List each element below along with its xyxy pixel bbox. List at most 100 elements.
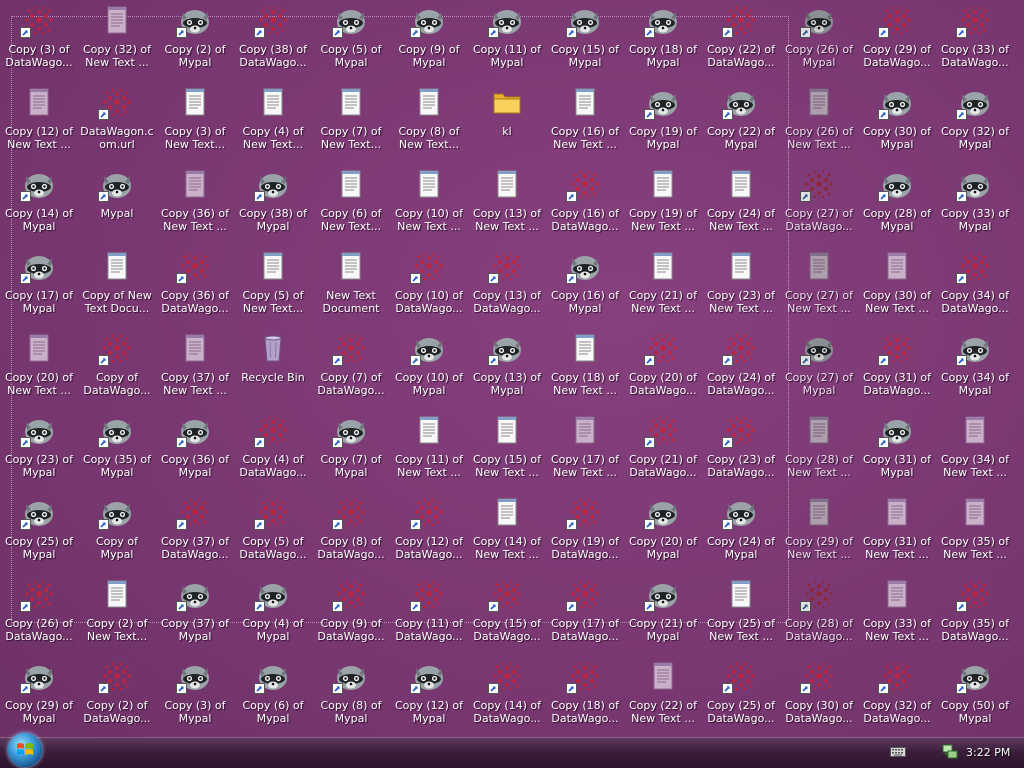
desktop-icon[interactable]: Copy (28) of Mypal <box>859 166 935 246</box>
keyboard-icon[interactable] <box>890 746 906 758</box>
desktop-icon[interactable]: Copy (7) of New Text... <box>313 84 389 164</box>
desktop-icon[interactable]: Copy (34) of DataWago... <box>937 248 1013 328</box>
desktop-icon[interactable]: Copy (26) of Mypal <box>781 2 857 82</box>
start-button[interactable] <box>8 733 42 767</box>
desktop-icon[interactable]: Copy (6) of Mypal <box>235 658 311 738</box>
desktop-icon[interactable]: Copy (30) of New Text ... <box>859 248 935 328</box>
desktop-icon[interactable]: Copy (23) of Mypal <box>1 412 77 492</box>
desktop-icon[interactable]: Copy (22) of DataWago... <box>703 2 779 82</box>
desktop-icon[interactable]: Copy (34) of New Text ... <box>937 412 1013 492</box>
desktop-icon[interactable]: Copy (30) of Mypal <box>859 84 935 164</box>
desktop-icon[interactable]: Copy (25) of Mypal <box>1 494 77 574</box>
desktop-icon[interactable]: Copy (37) of Mypal <box>157 576 233 656</box>
desktop-icon[interactable]: Copy (5) of DataWago... <box>235 494 311 574</box>
desktop-icon[interactable]: Copy (20) of DataWago... <box>625 330 701 410</box>
desktop-icon[interactable]: Copy (22) of New Text ... <box>625 658 701 738</box>
desktop-icon[interactable]: Copy (13) of New Text ... <box>469 166 545 246</box>
desktop-icon[interactable]: Copy (12) of New Text ... <box>1 84 77 164</box>
desktop-icon[interactable]: Copy (24) of New Text ... <box>703 166 779 246</box>
desktop-icon[interactable]: Copy (22) of Mypal <box>703 84 779 164</box>
desktop-icon[interactable]: Copy (15) of Mypal <box>547 2 623 82</box>
desktop-icon[interactable]: Copy (33) of Mypal <box>937 166 1013 246</box>
desktop-icon[interactable]: Copy (20) of New Text ... <box>1 330 77 410</box>
desktop-icon[interactable]: Copy (27) of DataWago... <box>781 166 857 246</box>
desktop-icon[interactable]: Copy (29) of Mypal <box>1 658 77 738</box>
desktop-icon[interactable]: Copy (26) of DataWago... <box>1 576 77 656</box>
desktop-icon[interactable]: Copy (36) of Mypal <box>157 412 233 492</box>
desktop-icon[interactable]: Copy (28) of DataWago... <box>781 576 857 656</box>
desktop-icon[interactable]: Copy (37) of DataWago... <box>157 494 233 574</box>
desktop-icon[interactable]: Copy (11) of Mypal <box>469 2 545 82</box>
desktop-icon[interactable]: Copy (3) of New Text... <box>157 84 233 164</box>
desktop-icon[interactable]: Copy (29) of DataWago... <box>859 2 935 82</box>
desktop-icon[interactable]: Copy (25) of DataWago... <box>703 658 779 738</box>
desktop-icon[interactable]: Copy (29) of New Text ... <box>781 494 857 574</box>
clock[interactable]: 3:22 PM <box>966 746 1010 759</box>
desktop-icon[interactable]: Copy (4) of Mypal <box>235 576 311 656</box>
desktop-icon[interactable]: Copy (16) of New Text ... <box>547 84 623 164</box>
desktop-icon[interactable]: Copy (19) of Mypal <box>625 84 701 164</box>
desktop-icon[interactable]: Copy (38) of Mypal <box>235 166 311 246</box>
desktop-icon[interactable]: Copy (15) of New Text ... <box>469 412 545 492</box>
desktop-icon[interactable]: Mypal <box>79 166 155 246</box>
desktop-icon[interactable]: Copy (19) of DataWago... <box>547 494 623 574</box>
desktop-icon[interactable]: Copy (28) of New Text ... <box>781 412 857 492</box>
desktop-icon[interactable]: Copy (30) of DataWago... <box>781 658 857 738</box>
desktop-icon[interactable]: Copy (13) of DataWago... <box>469 248 545 328</box>
desktop-icon[interactable]: Copy (9) of DataWago... <box>313 576 389 656</box>
desktop-icon[interactable]: Copy (5) of New Text... <box>235 248 311 328</box>
desktop-icon[interactable]: Copy (14) of DataWago... <box>469 658 545 738</box>
desktop-icon[interactable]: Copy (24) of DataWago... <box>703 330 779 410</box>
desktop-icon[interactable]: Copy (31) of New Text ... <box>859 494 935 574</box>
desktop-icon[interactable]: Copy (7) of DataWago... <box>313 330 389 410</box>
desktop-icon[interactable]: Copy (4) of New Text... <box>235 84 311 164</box>
desktop-icon[interactable]: Copy (4) of DataWago... <box>235 412 311 492</box>
desktop-icon[interactable]: Copy (8) of New Text... <box>391 84 467 164</box>
desktop-icon[interactable]: Copy (14) of New Text ... <box>469 494 545 574</box>
desktop-icon[interactable]: Copy (17) of DataWago... <box>547 576 623 656</box>
desktop-icon[interactable]: Copy of Mypal <box>79 494 155 574</box>
desktop-icon[interactable]: Copy (18) of Mypal <box>625 2 701 82</box>
desktop-icon[interactable]: Copy (18) of New Text ... <box>547 330 623 410</box>
desktop-icon[interactable]: Copy (10) of Mypal <box>391 330 467 410</box>
desktop-icon[interactable]: Copy (17) of Mypal <box>1 248 77 328</box>
desktop-icon[interactable]: Copy (31) of Mypal <box>859 412 935 492</box>
desktop-icon[interactable]: Copy (23) of New Text ... <box>703 248 779 328</box>
desktop-icon[interactable]: Copy (21) of Mypal <box>625 576 701 656</box>
desktop-icon[interactable]: Copy (32) of Mypal <box>937 84 1013 164</box>
desktop-icon[interactable]: Copy (31) of DataWago... <box>859 330 935 410</box>
desktop-icon[interactable]: Copy (50) of Mypal <box>937 658 1013 738</box>
desktop-icon[interactable]: Recycle Bin <box>235 330 311 410</box>
desktop-icon[interactable]: Copy (11) of New Text ... <box>391 412 467 492</box>
desktop-icon[interactable]: Copy (35) of New Text ... <box>937 494 1013 574</box>
desktop-icon[interactable]: Copy (7) of Mypal <box>313 412 389 492</box>
desktop-icon[interactable]: DataWagon.c om.url <box>79 84 155 164</box>
desktop-icon[interactable]: Copy (6) of New Text... <box>313 166 389 246</box>
desktop-icon[interactable]: Copy (12) of DataWago... <box>391 494 467 574</box>
desktop[interactable]: Copy (3) of DataWago... Copy (32) of New… <box>0 0 1024 738</box>
desktop-icon[interactable]: Copy (16) of DataWago... <box>547 166 623 246</box>
desktop-icon[interactable]: Copy (32) of DataWago... <box>859 658 935 738</box>
desktop-icon[interactable]: Copy (32) of New Text ... <box>79 2 155 82</box>
desktop-icon[interactable]: Copy (33) of DataWago... <box>937 2 1013 82</box>
desktop-icon[interactable]: Copy (25) of New Text ... <box>703 576 779 656</box>
desktop-icon[interactable]: Copy (2) of New Text... <box>79 576 155 656</box>
desktop-icon[interactable]: Copy (18) of DataWago... <box>547 658 623 738</box>
desktop-icon[interactable]: Copy (20) of Mypal <box>625 494 701 574</box>
desktop-icon[interactable]: Copy (33) of New Text ... <box>859 576 935 656</box>
desktop-icon[interactable]: Copy (5) of Mypal <box>313 2 389 82</box>
desktop-icon[interactable]: Copy of New Text Docu... <box>79 248 155 328</box>
desktop-icon[interactable]: Copy (10) of DataWago... <box>391 248 467 328</box>
desktop-icon[interactable]: Copy (26) of New Text ... <box>781 84 857 164</box>
desktop-icon[interactable]: Copy (16) of Mypal <box>547 248 623 328</box>
desktop-icon[interactable]: Copy (37) of New Text ... <box>157 330 233 410</box>
desktop-icon[interactable]: Copy (19) of New Text ... <box>625 166 701 246</box>
desktop-icon[interactable]: Copy (11) of DataWago... <box>391 576 467 656</box>
desktop-icon[interactable]: Copy (35) of Mypal <box>79 412 155 492</box>
desktop-icon[interactable]: Copy (9) of Mypal <box>391 2 467 82</box>
desktop-icon[interactable]: Copy (2) of Mypal <box>157 2 233 82</box>
desktop-icon[interactable]: Copy (2) of DataWago... <box>79 658 155 738</box>
desktop-icon[interactable]: Copy (38) of DataWago... <box>235 2 311 82</box>
desktop-icon[interactable]: Copy (13) of Mypal <box>469 330 545 410</box>
desktop-icon[interactable]: Copy (23) of DataWago... <box>703 412 779 492</box>
